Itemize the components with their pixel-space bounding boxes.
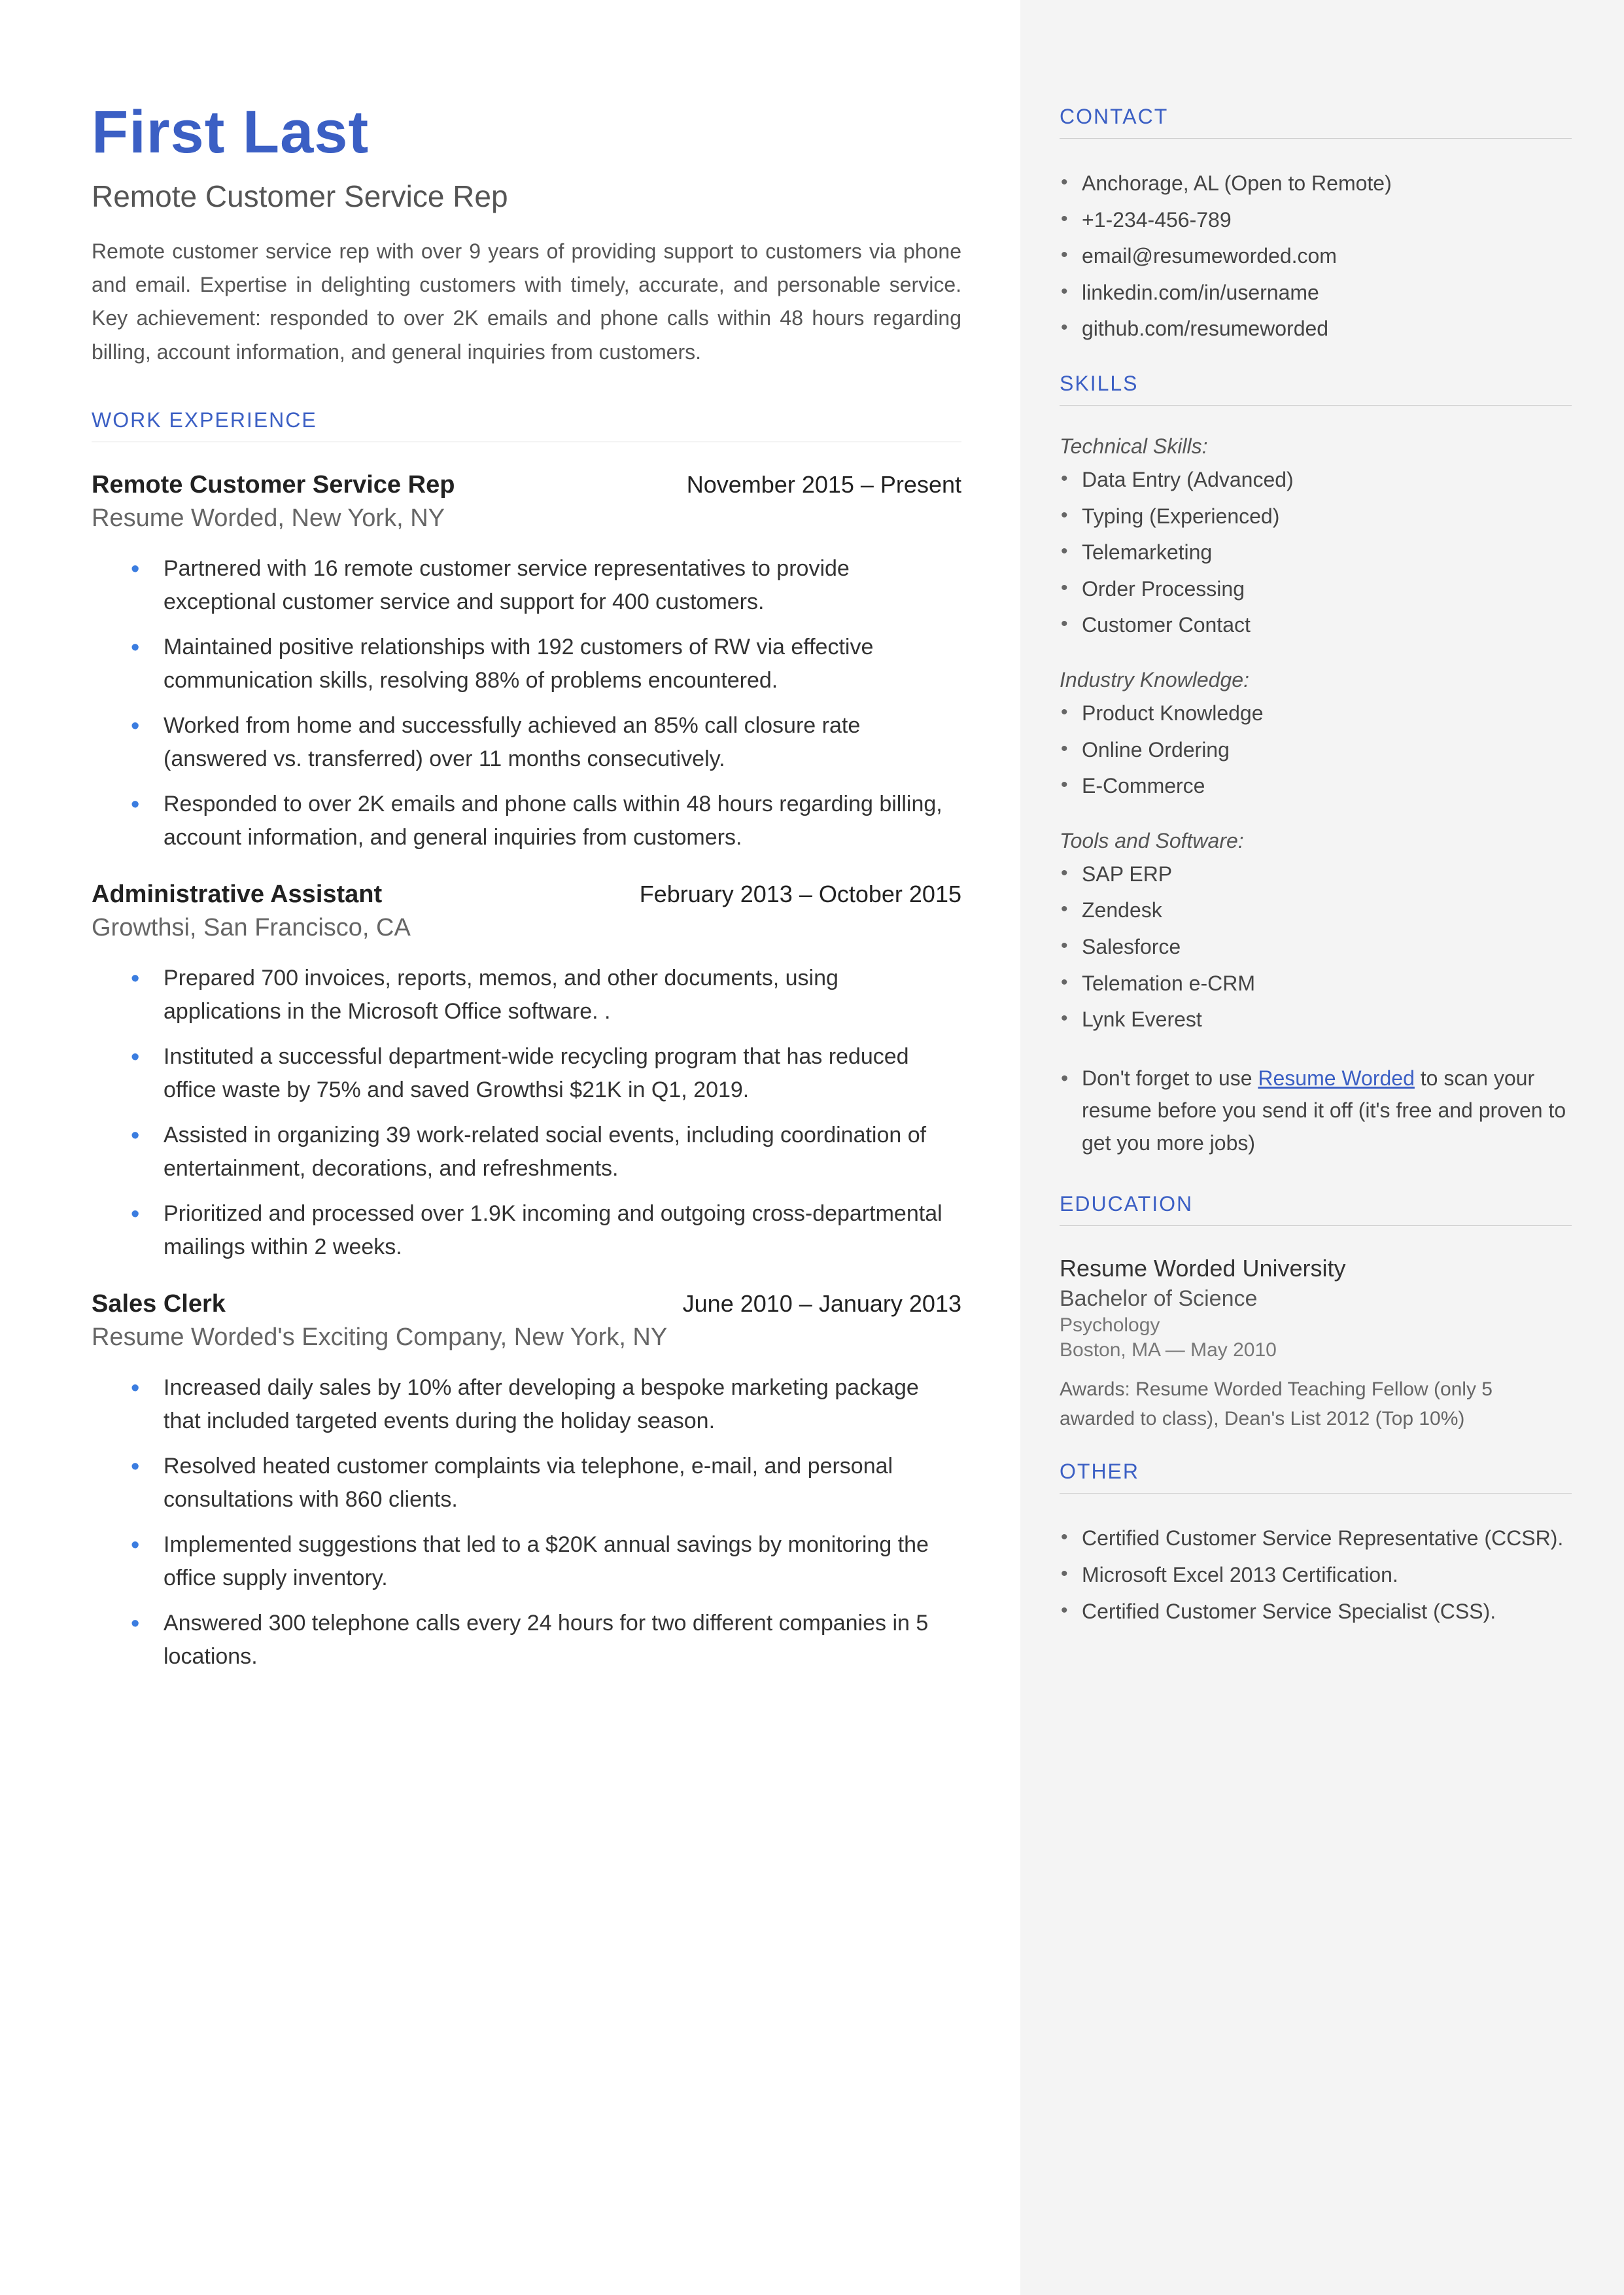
skills-heading: SKILLS (1060, 372, 1572, 396)
job-title: Administrative Assistant (92, 881, 382, 909)
job-company: Resume Worded, New York, NY (92, 504, 961, 533)
edu-degree: Bachelor of Science (1060, 1286, 1572, 1312)
divider (1060, 1493, 1572, 1494)
note-prefix: Don't forget to use (1082, 1066, 1258, 1090)
job-company: Growthsi, San Francisco, CA (92, 914, 961, 942)
edu-field: Psychology (1060, 1314, 1572, 1337)
bullet-item: Prioritized and processed over 1.9K inco… (131, 1197, 961, 1264)
skill-item: Customer Contact (1060, 609, 1572, 642)
job-header: Sales Clerk June 2010 – January 2013 (92, 1290, 961, 1318)
jobs-container: Remote Customer Service Rep November 2015… (92, 471, 961, 1673)
other-heading: OTHER (1060, 1460, 1572, 1484)
resume-worded-link[interactable]: Resume Worded (1258, 1066, 1415, 1090)
skill-item: SAP ERP (1060, 858, 1572, 891)
bullet-item: Answered 300 telephone calls every 24 ho… (131, 1607, 961, 1673)
skills-list: SAP ERPZendesk Salesforce Telemation e-CRM… (1060, 858, 1572, 1036)
skill-item: Data Entry (Advanced) (1060, 464, 1572, 497)
person-name: First Last (92, 98, 961, 167)
contact-item: Anchorage, AL (Open to Remote) (1060, 167, 1572, 200)
job-bullets: Increased daily sales by 10% after devel… (92, 1371, 961, 1673)
bullet-item: Resolved heated customer complaints via … (131, 1450, 961, 1516)
bullet-item: Increased daily sales by 10% after devel… (131, 1371, 961, 1438)
skill-item: Zendesk (1060, 894, 1572, 927)
bullet-item: Partnered with 16 remote customer servic… (131, 552, 961, 619)
contact-item: +1-234-456-789 (1060, 204, 1572, 237)
skill-item: E-Commerce (1060, 770, 1572, 803)
job-title: Sales Clerk (92, 1290, 226, 1318)
person-title: Remote Customer Service Rep (92, 179, 961, 214)
bullet-item: Assisted in organizing 39 work-related s… (131, 1119, 961, 1185)
bullet-item: Worked from home and successfully achiev… (131, 709, 961, 776)
skills-subhead: Technical Skills: (1060, 434, 1572, 459)
job-block: Remote Customer Service Rep November 2015… (92, 471, 961, 854)
skill-item: Product Knowledge (1060, 697, 1572, 730)
job-company: Resume Worded's Exciting Company, New Yo… (92, 1323, 961, 1352)
skill-item: Telemation e-CRM (1060, 968, 1572, 1000)
other-item: Certified Customer Service Representativ… (1060, 1522, 1572, 1555)
skills-subhead: Industry Knowledge: (1060, 668, 1572, 692)
edu-location: Boston, MA — May 2010 (1060, 1339, 1572, 1361)
sidebar-column: CONTACT Anchorage, AL (Open to Remote) +1… (1020, 0, 1624, 2295)
bullet-item: Instituted a successful department-wide … (131, 1040, 961, 1107)
job-dates: February 2013 – October 2015 (640, 881, 961, 908)
contact-item: github.com/resumeworded (1060, 313, 1572, 345)
skill-item: Lynk Everest (1060, 1004, 1572, 1036)
work-heading: WORK EXPERIENCE (92, 408, 961, 432)
main-column: First Last Remote Customer Service Rep R… (0, 0, 1020, 2295)
bullet-item: Maintained positive relationships with 1… (131, 631, 961, 697)
other-item: Certified Customer Service Specialist (C… (1060, 1596, 1572, 1628)
other-list: Certified Customer Service Representativ… (1060, 1522, 1572, 1628)
contact-item: email@resumeworded.com (1060, 240, 1572, 273)
other-item: Microsoft Excel 2013 Certification. (1060, 1559, 1572, 1592)
job-bullets: Partnered with 16 remote customer servic… (92, 552, 961, 854)
job-title: Remote Customer Service Rep (92, 471, 455, 499)
job-block: Administrative Assistant February 2013 – … (92, 881, 961, 1264)
skills-groups: Technical Skills: Data Entry (Advanced)Ty… (1060, 434, 1572, 1036)
bullet-item: Implemented suggestions that led to a $2… (131, 1528, 961, 1595)
job-dates: June 2010 – January 2013 (683, 1290, 961, 1318)
skills-list: Product Knowledge Online OrderingE-Commer… (1060, 697, 1572, 803)
contact-item: linkedin.com/in/username (1060, 277, 1572, 309)
skill-item: Online Ordering (1060, 734, 1572, 767)
edu-awards: Awards: Resume Worded Teaching Fellow (o… (1060, 1375, 1572, 1433)
summary-text: Remote customer service rep with over 9 … (92, 235, 961, 369)
contact-list: Anchorage, AL (Open to Remote) +1-234-456… (1060, 167, 1572, 345)
job-header: Remote Customer Service Rep November 2015… (92, 471, 961, 499)
divider (1060, 405, 1572, 406)
edu-school: Resume Worded University (1060, 1255, 1572, 1282)
skill-item: Salesforce (1060, 931, 1572, 964)
bullet-item: Prepared 700 invoices, reports, memos, a… (131, 962, 961, 1028)
job-block: Sales Clerk June 2010 – January 2013 Resum… (92, 1290, 961, 1673)
job-bullets: Prepared 700 invoices, reports, memos, a… (92, 962, 961, 1264)
skill-item: Telemarketing (1060, 536, 1572, 569)
contact-heading: CONTACT (1060, 105, 1572, 129)
divider (1060, 1225, 1572, 1226)
skills-subhead: Tools and Software: (1060, 829, 1572, 853)
divider (1060, 138, 1572, 139)
skills-note: Don't forget to use Resume Worded to sca… (1060, 1062, 1572, 1160)
skill-item: Typing (Experienced) (1060, 500, 1572, 533)
job-dates: November 2015 – Present (687, 471, 961, 499)
skills-list: Data Entry (Advanced)Typing (Experienced… (1060, 464, 1572, 642)
bullet-item: Responded to over 2K emails and phone ca… (131, 788, 961, 854)
skill-item: Order Processing (1060, 573, 1572, 606)
education-heading: EDUCATION (1060, 1192, 1572, 1216)
job-header: Administrative Assistant February 2013 – … (92, 881, 961, 909)
